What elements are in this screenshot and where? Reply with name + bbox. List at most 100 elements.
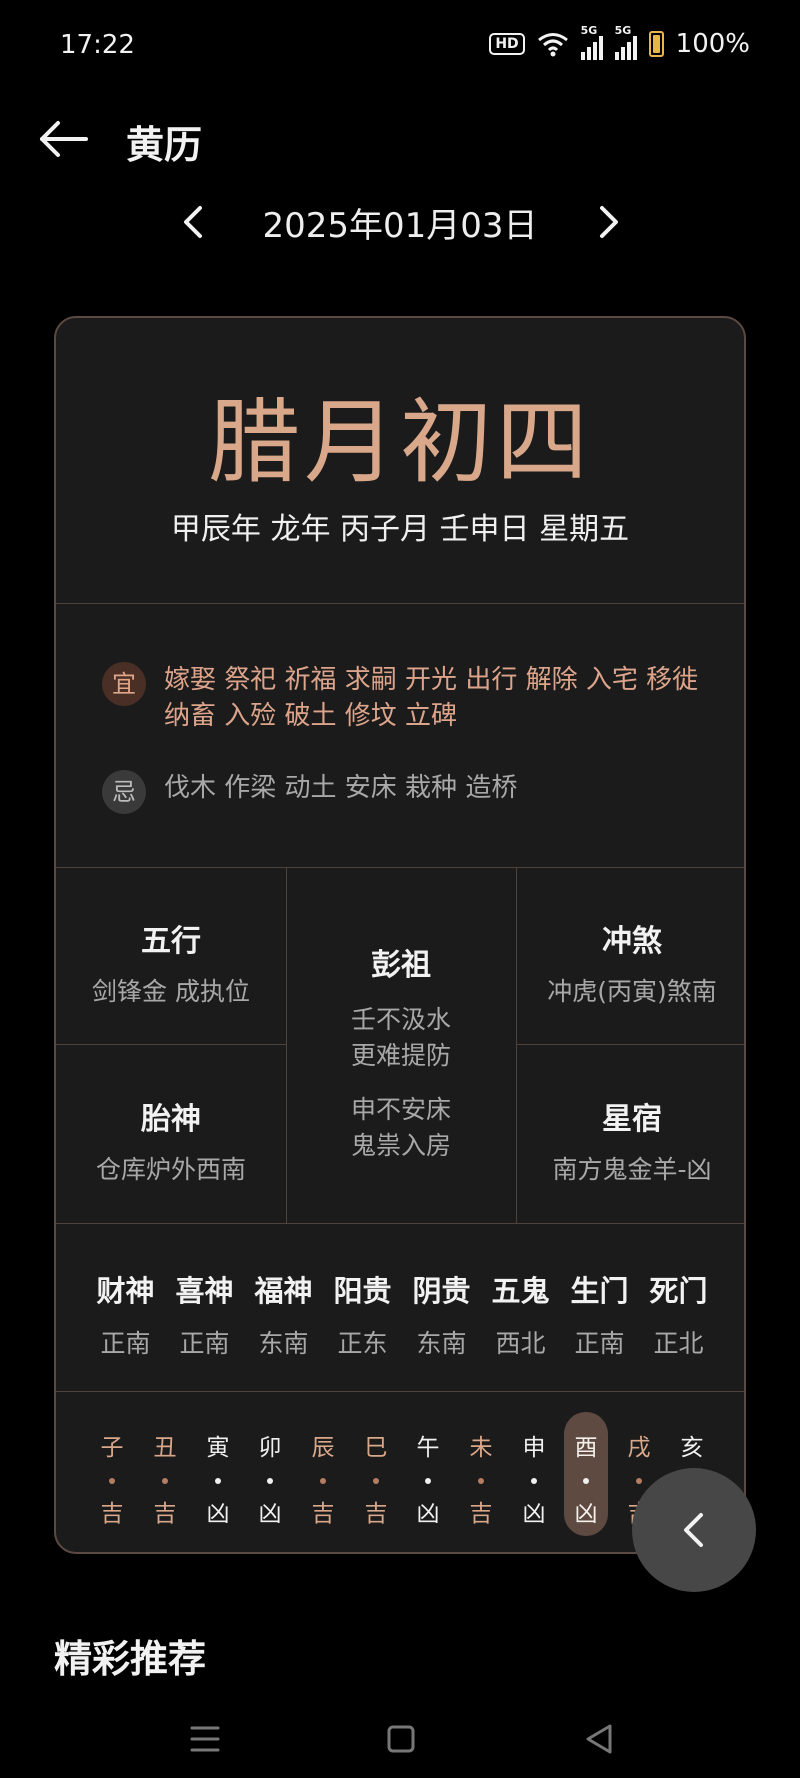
hour-dot	[583, 1478, 589, 1484]
chongsha-title: 冲煞	[602, 924, 662, 959]
hour-branch: 酉	[574, 1435, 598, 1461]
god-item: 财神 正南	[86, 1268, 165, 1360]
grid-divider	[56, 1044, 286, 1045]
hour-branch: 巳	[364, 1435, 388, 1461]
prev-day-icon[interactable]	[170, 198, 218, 246]
god-title: 死门	[649, 1274, 708, 1308]
god-title: 阳贵	[333, 1274, 392, 1308]
hour-item[interactable]: 申 凶	[512, 1392, 556, 1552]
hour-item[interactable]: 巳 吉	[354, 1392, 398, 1552]
yi-items: 嫁娶 祭祀 祈福 求嗣 开光 出行 解除 入宅 移徙 纳畜 入殓 破土 修坟 立…	[164, 665, 699, 731]
ji-badge: 忌	[102, 770, 146, 814]
hour-branch: 午	[416, 1435, 440, 1461]
floating-collapse-button[interactable]	[632, 1468, 756, 1592]
hour-dot	[531, 1478, 537, 1484]
pengzu-line4: 鬼祟入房	[350, 1131, 451, 1160]
hour-item[interactable]: 未 吉	[459, 1392, 503, 1552]
battery-level: 100%	[675, 29, 750, 59]
god-title: 福神	[254, 1274, 313, 1308]
next-day-icon[interactable]	[584, 198, 632, 246]
status-icons: HD 5G 5G 100%	[489, 24, 750, 60]
battery-icon	[648, 31, 664, 57]
hour-branch: 申	[522, 1435, 546, 1461]
wifi-icon	[537, 33, 568, 57]
status-bar: 17:22 HD 5G 5G 100%	[0, 0, 800, 92]
pengzu-title: 彭祖	[371, 948, 431, 983]
hour-fortune: 凶	[416, 1501, 440, 1527]
god-title: 财神	[96, 1274, 155, 1308]
god-item: 福神 东南	[244, 1268, 323, 1360]
god-title: 喜神	[175, 1274, 234, 1308]
hour-fortune: 凶	[522, 1501, 546, 1527]
god-direction: 正南	[574, 1329, 625, 1358]
pengzu-line3: 申不安床	[350, 1095, 451, 1124]
hd-icon: HD	[489, 33, 525, 55]
god-direction: 正南	[179, 1329, 230, 1358]
god-title: 生门	[570, 1274, 629, 1308]
signal-icon-2: 5G	[614, 24, 637, 60]
ganzhi-line: 甲辰年 龙年 丙子月 壬申日 星期五	[170, 512, 630, 547]
hour-branch: 子	[100, 1435, 124, 1461]
god-direction: 东南	[416, 1329, 467, 1358]
system-nav-bar	[0, 1700, 800, 1778]
signal-label-2: 5G	[614, 24, 632, 37]
hour-dot	[425, 1478, 431, 1484]
hour-fortune: 凶	[206, 1501, 230, 1527]
hour-dot	[162, 1478, 168, 1484]
app-header: 黄历	[0, 100, 800, 180]
god-direction: 正东	[337, 1329, 388, 1358]
chevron-left-icon	[684, 1513, 703, 1547]
back-triangle-icon[interactable]	[574, 1714, 624, 1764]
wuxing-cell: 五行 剑锋金 成执位	[56, 916, 286, 1010]
hour-item[interactable]: 寅 凶	[196, 1392, 240, 1552]
page-title: 黄历	[126, 123, 203, 167]
grid-divider	[516, 1044, 744, 1045]
lunar-section: 腊月初四 甲辰年 龙年 丙子月 壬申日 星期五	[56, 318, 744, 604]
hour-item[interactable]: 午 凶	[406, 1392, 450, 1552]
god-title: 阴贵	[412, 1274, 471, 1308]
pengzu-line1: 壬不汲水	[350, 1005, 451, 1034]
hour-branch: 戌	[627, 1435, 651, 1461]
god-item: 死门 正北	[639, 1268, 718, 1360]
menu-icon[interactable]	[180, 1714, 230, 1764]
lunar-date: 腊月初四	[207, 389, 592, 496]
yi-badge: 宜	[102, 662, 146, 706]
wuxing-title: 五行	[141, 924, 201, 959]
back-arrow-icon[interactable]	[36, 112, 90, 166]
taishen-cell: 胎神 仓库炉外西南	[56, 1094, 286, 1188]
hour-branch: 辰	[311, 1435, 335, 1461]
status-time: 17:22	[60, 30, 135, 60]
pengzu-line2: 更难提防	[350, 1041, 451, 1070]
taishen-title: 胎神	[141, 1102, 201, 1137]
hour-item[interactable]: 子 吉	[90, 1392, 134, 1552]
hour-item[interactable]: 丑 吉	[143, 1392, 187, 1552]
hour-branch: 寅	[206, 1435, 230, 1461]
chongsha-value: 冲虎(丙寅)煞南	[547, 977, 717, 1006]
hour-branch: 卯	[258, 1435, 282, 1461]
pengzu-cell: 彭祖 壬不汲水 更难提防 申不安床 鬼祟入房	[286, 940, 516, 1164]
god-direction: 正南	[100, 1329, 151, 1358]
hour-item-current[interactable]: 酉 凶	[564, 1412, 608, 1536]
hour-dot	[320, 1478, 326, 1484]
signal-icon-1: 5G	[580, 24, 603, 60]
hour-dot	[373, 1478, 379, 1484]
hour-branch: 亥	[680, 1435, 704, 1461]
hour-branch: 丑	[153, 1435, 177, 1461]
god-item: 阴贵 东南	[402, 1268, 481, 1360]
hour-item[interactable]: 卯 凶	[248, 1392, 292, 1552]
god-item: 阳贵 正东	[323, 1268, 402, 1360]
god-direction: 东南	[258, 1329, 309, 1358]
god-direction: 正北	[653, 1329, 704, 1358]
hour-dot	[215, 1478, 221, 1484]
hour-dot	[478, 1478, 484, 1484]
hour-dot	[267, 1478, 273, 1484]
home-icon[interactable]	[376, 1714, 426, 1764]
current-date[interactable]: 2025年01月03日	[0, 198, 800, 247]
hour-item[interactable]: 辰 吉	[301, 1392, 345, 1552]
god-item: 生门 正南	[560, 1268, 639, 1360]
god-title: 五鬼	[491, 1274, 550, 1308]
chongsha-cell: 冲煞 冲虎(丙寅)煞南	[516, 916, 744, 1010]
hour-fortune: 吉	[153, 1501, 177, 1527]
xingxiu-title: 星宿	[602, 1102, 662, 1137]
god-item: 五鬼 西北	[481, 1268, 560, 1360]
